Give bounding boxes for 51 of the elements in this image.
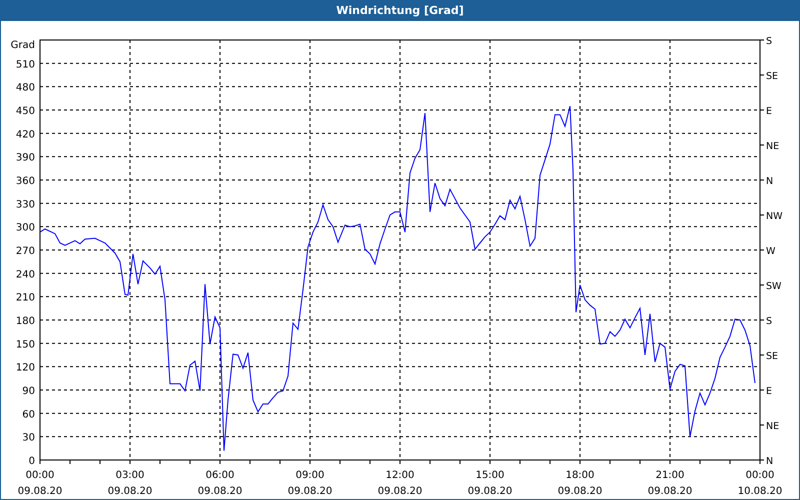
- axis-tick-label: 03:00: [116, 470, 144, 481]
- axis-tick-label: 90: [22, 386, 35, 397]
- axis-tick-label: 18:00: [566, 470, 594, 481]
- axis-tick-label: 30: [22, 432, 35, 444]
- axis-tick-label: E: [766, 106, 772, 117]
- axis-tick-label: 450: [16, 106, 35, 117]
- axis-tick-label: 300: [16, 222, 35, 234]
- axis-tick-label: 00:00: [746, 470, 774, 481]
- axis-tick-label: 09:00: [296, 470, 324, 481]
- axis-date-label: 09.08.20: [648, 486, 692, 497]
- axis-tick-label: 270: [16, 246, 35, 257]
- axis-tick-label: 420: [16, 129, 35, 140]
- axis-tick-label: 21:00: [656, 470, 684, 481]
- axis-tick-label: 510: [16, 59, 35, 70]
- axis-date-label: 09.08.20: [198, 486, 242, 497]
- axis-tick-label: 210: [16, 292, 35, 304]
- window-title: Windrichtung [Grad]: [336, 4, 464, 17]
- axis-title: Grad: [10, 40, 35, 51]
- axis-tick-label: NE: [766, 141, 780, 152]
- axis-date-label: 09.08.20: [18, 486, 62, 497]
- axis-tick-label: 60: [22, 409, 35, 420]
- axis-date-label: 09.08.20: [558, 486, 602, 497]
- axis-tick-label: 120: [16, 362, 35, 374]
- axis-tick-label: SE: [766, 351, 778, 362]
- axis-tick-label: S: [766, 36, 772, 47]
- axis-tick-label: NW: [766, 211, 782, 222]
- axis-tick-label: E: [766, 386, 772, 397]
- axis-tick-label: 480: [16, 82, 35, 94]
- axis-tick-label: N: [766, 456, 774, 467]
- axis-tick-label: 180: [16, 316, 35, 327]
- axis-tick-label: 0: [28, 456, 35, 467]
- axis-tick-label: NE: [766, 421, 780, 432]
- axis-date-label: 09.08.20: [108, 486, 152, 497]
- axis-tick-label: 00:00: [26, 470, 54, 481]
- axis-tick-label: 390: [16, 152, 35, 164]
- axis-tick-label: 150: [16, 339, 35, 350]
- axis-tick-label: 12:00: [386, 470, 414, 481]
- axis-tick-label: 15:00: [476, 470, 504, 481]
- axis-tick-label: 240: [16, 269, 35, 280]
- axis-tick-label: 330: [16, 199, 35, 210]
- axis-tick-label: SE: [766, 71, 778, 82]
- axis-tick-label: N: [766, 176, 774, 187]
- axis-date-label: 10.08.20: [738, 486, 782, 497]
- axis-tick-label: 360: [16, 176, 35, 187]
- axis-date-label: 09.08.20: [378, 486, 422, 497]
- axis-date-label: 09.08.20: [288, 486, 332, 497]
- axis-tick-label: 06:00: [206, 470, 234, 481]
- axis-tick-label: S: [766, 316, 772, 327]
- axis-date-label: 09.08.20: [468, 486, 512, 497]
- axis-tick-label: SW: [766, 281, 782, 292]
- axis-tick-label: W: [766, 246, 776, 257]
